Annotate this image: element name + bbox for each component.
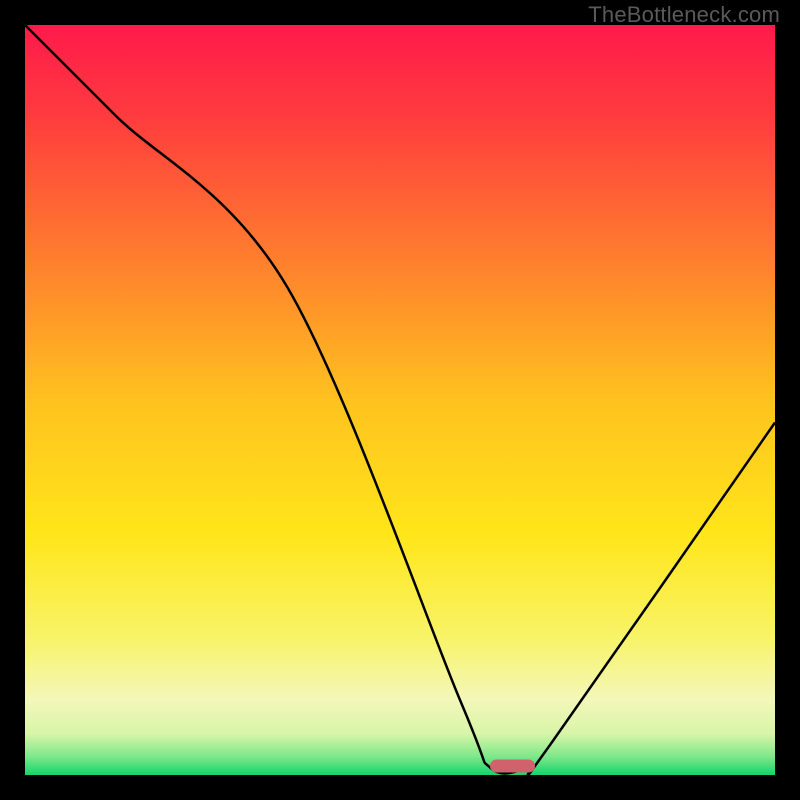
chart-svg xyxy=(25,25,775,775)
chart-background xyxy=(25,25,775,775)
chart-frame: TheBottleneck.com xyxy=(0,0,800,800)
optimum-marker xyxy=(490,760,535,773)
bottleneck-chart xyxy=(25,25,775,775)
